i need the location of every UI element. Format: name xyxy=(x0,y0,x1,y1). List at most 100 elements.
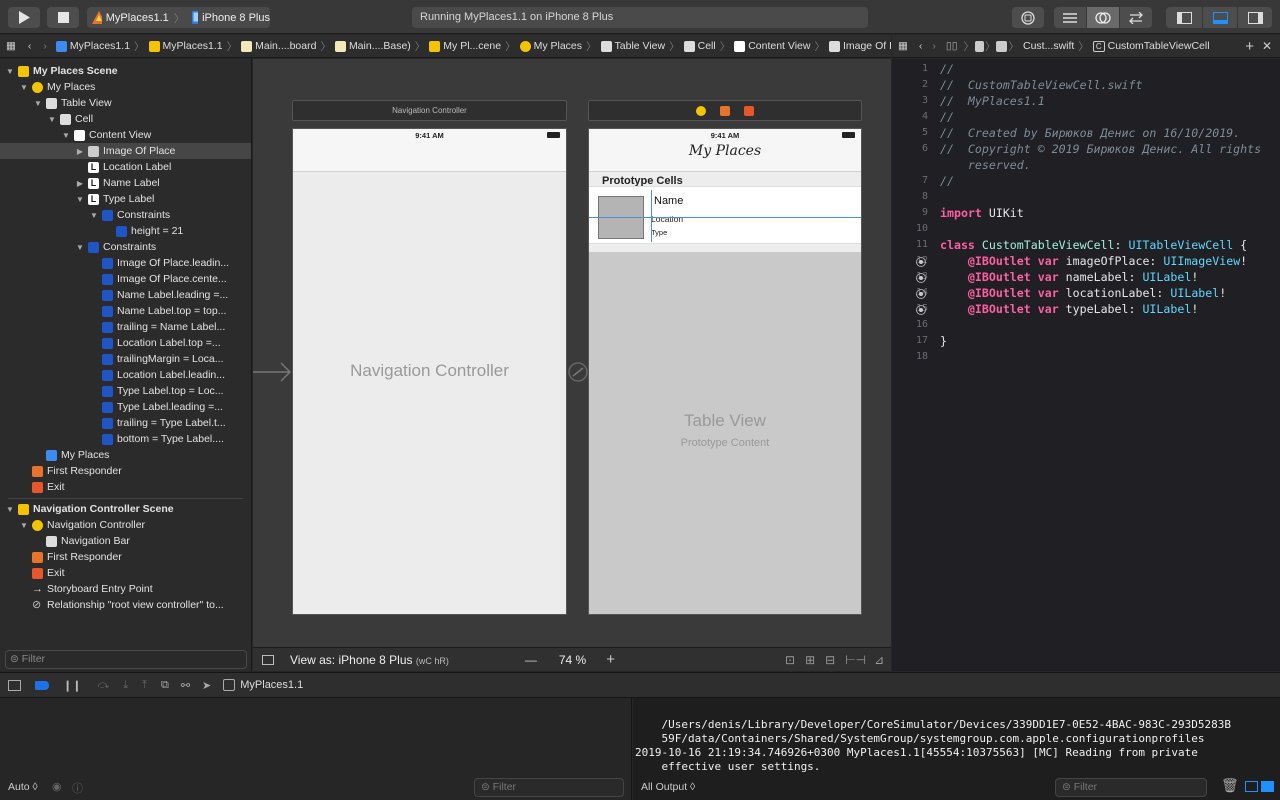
outlet-connection-icon[interactable] xyxy=(916,257,926,267)
outline-item[interactable]: Navigation Bar xyxy=(34,533,130,549)
code-line[interactable]: @IBOutlet var nameLabel: UILabel! xyxy=(940,270,1198,284)
crumb-storyboard[interactable]: Main....board xyxy=(238,40,319,52)
outline-item[interactable]: ▼ Table View xyxy=(34,95,112,111)
resolve-issues-icon[interactable]: ⊿ xyxy=(874,653,884,667)
device-config-button[interactable]: View as: iPhone 8 Plus (wC hR) xyxy=(290,653,449,667)
crumb-cell[interactable]: Cell xyxy=(681,40,719,52)
toggle-inspector-button[interactable] xyxy=(1238,7,1272,28)
align-icon[interactable]: ⊟ xyxy=(825,653,835,667)
crumb-scene[interactable]: My Pl...cene xyxy=(426,40,504,52)
step-out-icon[interactable]: ⤒ xyxy=(142,679,147,692)
disclosure-open-icon[interactable]: ▼ xyxy=(6,505,14,514)
code-line[interactable]: // Created by Бирюков Денис on 16/10/201… xyxy=(940,126,1240,140)
cell-location-label[interactable]: Location xyxy=(651,214,683,224)
outline-item[interactable]: First Responder xyxy=(20,463,122,479)
outline-item[interactable]: Location Label.leadin... xyxy=(90,367,225,383)
hide-debug-area-icon[interactable] xyxy=(8,679,21,691)
disclosure-open-icon[interactable]: ▼ xyxy=(62,131,70,140)
outline-item[interactable]: L Location Label xyxy=(76,159,171,175)
outlet-connection-icon[interactable] xyxy=(916,305,926,315)
code-line[interactable]: @IBOutlet var locationLabel: UILabel! xyxy=(940,286,1226,300)
variables-filter-field[interactable]: ⊜ Filter xyxy=(474,778,624,797)
code-line[interactable]: // xyxy=(940,62,954,76)
outline-item[interactable]: ▼ Navigation Controller xyxy=(20,517,145,533)
outline-item[interactable]: Type Label.leading =... xyxy=(90,399,223,415)
output-select[interactable]: All Output ◊ xyxy=(641,781,695,793)
table-view-controller-frame[interactable]: 9:41 AM My Places Prototype Cells Name L… xyxy=(588,128,862,615)
first-responder-icon[interactable] xyxy=(720,105,730,116)
disclosure-open-icon[interactable]: ▼ xyxy=(76,243,84,252)
trash-icon[interactable]: 🗑 xyxy=(1221,778,1239,794)
eye-icon[interactable]: ◉ xyxy=(52,780,62,793)
zoom-out-button[interactable]: — xyxy=(525,653,537,667)
crumb-class[interactable]: C CustomTableViewCell xyxy=(1090,40,1213,52)
outline-item[interactable]: ▼ Navigation Controller Scene xyxy=(6,501,174,517)
outline-item[interactable]: Image Of Place.leadin... xyxy=(90,255,229,271)
code-line[interactable]: } xyxy=(940,334,947,348)
outline-item[interactable]: ▼ My Places xyxy=(20,79,95,95)
outline-item[interactable]: ▼ Constraints xyxy=(90,207,170,223)
outlet-connection-icon[interactable] xyxy=(916,289,926,299)
crumb-project[interactable]: MyPlaces1.1 xyxy=(53,40,133,52)
info-icon[interactable]: ⓘ xyxy=(72,780,83,796)
disclosure-open-icon[interactable]: ▼ xyxy=(76,195,84,204)
crumb-content-view[interactable]: Content View xyxy=(731,40,813,52)
sidebar-toggle-icon[interactable] xyxy=(262,654,274,665)
toggle-navigator-button[interactable] xyxy=(1166,7,1202,28)
outline-item[interactable]: Name Label.top = top... xyxy=(90,303,226,319)
outline-item[interactable]: Exit xyxy=(20,479,65,495)
crumb-storyboard-base[interactable]: Main....Base) xyxy=(332,40,414,52)
outline-item[interactable]: → Storyboard Entry Point xyxy=(20,581,153,597)
disclosure-open-icon[interactable]: ▼ xyxy=(90,211,98,220)
assistant-editor-button[interactable] xyxy=(1087,7,1119,28)
code-line[interactable]: // CustomTableViewCell.swift xyxy=(940,78,1142,92)
outline-item[interactable]: ▼ Constraints xyxy=(76,239,156,255)
disclosure-open-icon[interactable]: ▼ xyxy=(48,115,56,124)
disclosure-open-icon[interactable]: ▼ xyxy=(20,83,28,92)
crumb-view-controller[interactable]: My Places xyxy=(517,40,585,52)
outline-item[interactable]: ⊘ Relationship "root view controller" to.… xyxy=(20,597,224,613)
outline-item[interactable]: trailing = Name Label... xyxy=(90,319,225,335)
disclosure-closed-icon[interactable]: ▶ xyxy=(76,147,84,156)
memory-graph-icon[interactable]: ⚯ xyxy=(181,679,190,692)
outline-item[interactable]: trailing = Type Label.t... xyxy=(90,415,226,431)
view-debugger-icon[interactable]: ⧉ xyxy=(161,679,169,692)
outline-item[interactable]: ▼ L Type Label xyxy=(76,191,154,207)
disclosure-closed-icon[interactable]: ▶ xyxy=(76,179,84,188)
outline-filter-field[interactable]: ⊜ Filter xyxy=(5,650,247,669)
related-items-icon[interactable]: ▦ xyxy=(0,40,22,52)
location-icon[interactable]: ➤ xyxy=(202,679,211,692)
forward-chevron-icon[interactable]: › xyxy=(37,40,53,52)
code-line[interactable]: // MyPlaces1.1 xyxy=(940,94,1045,108)
related-items-icon[interactable]: ▦ xyxy=(892,40,914,52)
code-line[interactable]: @IBOutlet var imageOfPlace: UIImageView! xyxy=(940,254,1247,268)
add-editor-icon[interactable]: + xyxy=(1245,38,1254,55)
nav-controller-frame[interactable]: 9:41 AM Navigation Controller xyxy=(292,128,567,615)
embed-in-stack-icon[interactable]: ⊞ xyxy=(805,653,815,667)
outline-item[interactable]: trailingMargin = Loca... xyxy=(90,351,224,367)
code-line[interactable]: class CustomTableViewCell: UITableViewCe… xyxy=(940,238,1247,252)
crumb-group[interactable]: MyPlaces1.1 xyxy=(146,40,226,52)
exit-icon[interactable] xyxy=(744,105,754,116)
outline-item[interactable]: bottom = Type Label.... xyxy=(90,431,224,447)
add-constraints-icon[interactable]: ⊢⊣ xyxy=(845,653,866,667)
disclosure-open-icon[interactable]: ▼ xyxy=(6,67,14,76)
outline-item[interactable]: Image Of Place.cente... xyxy=(90,271,227,287)
outline-item[interactable]: Type Label.top = Loc... xyxy=(90,383,224,399)
back-chevron-icon[interactable]: ‹ xyxy=(22,40,38,52)
crumb-image-view[interactable]: Image Of Place xyxy=(826,40,891,52)
cell-name-label[interactable]: Name xyxy=(654,195,683,207)
outline-item[interactable]: ▼ Cell xyxy=(48,111,93,127)
relationship-segue-icon[interactable] xyxy=(566,360,590,384)
stop-button[interactable] xyxy=(47,7,79,28)
outline-item[interactable]: ▼ My Places Scene xyxy=(6,63,118,79)
version-editor-button[interactable] xyxy=(1120,7,1152,28)
outline-item[interactable]: Location Label.top =... xyxy=(90,335,221,351)
outlet-connection-icon[interactable] xyxy=(916,273,926,283)
code-line[interactable]: // xyxy=(940,110,954,124)
update-frames-icon[interactable]: ⊡ xyxy=(785,653,795,667)
nav-controller-scene-bar[interactable]: Navigation Controller xyxy=(292,100,567,121)
outline-item[interactable]: ▼ Content View xyxy=(62,127,151,143)
disclosure-open-icon[interactable]: ▼ xyxy=(20,521,28,530)
variables-view[interactable]: Auto ◊ ◉ ⓘ ⊜ Filter xyxy=(0,698,632,800)
